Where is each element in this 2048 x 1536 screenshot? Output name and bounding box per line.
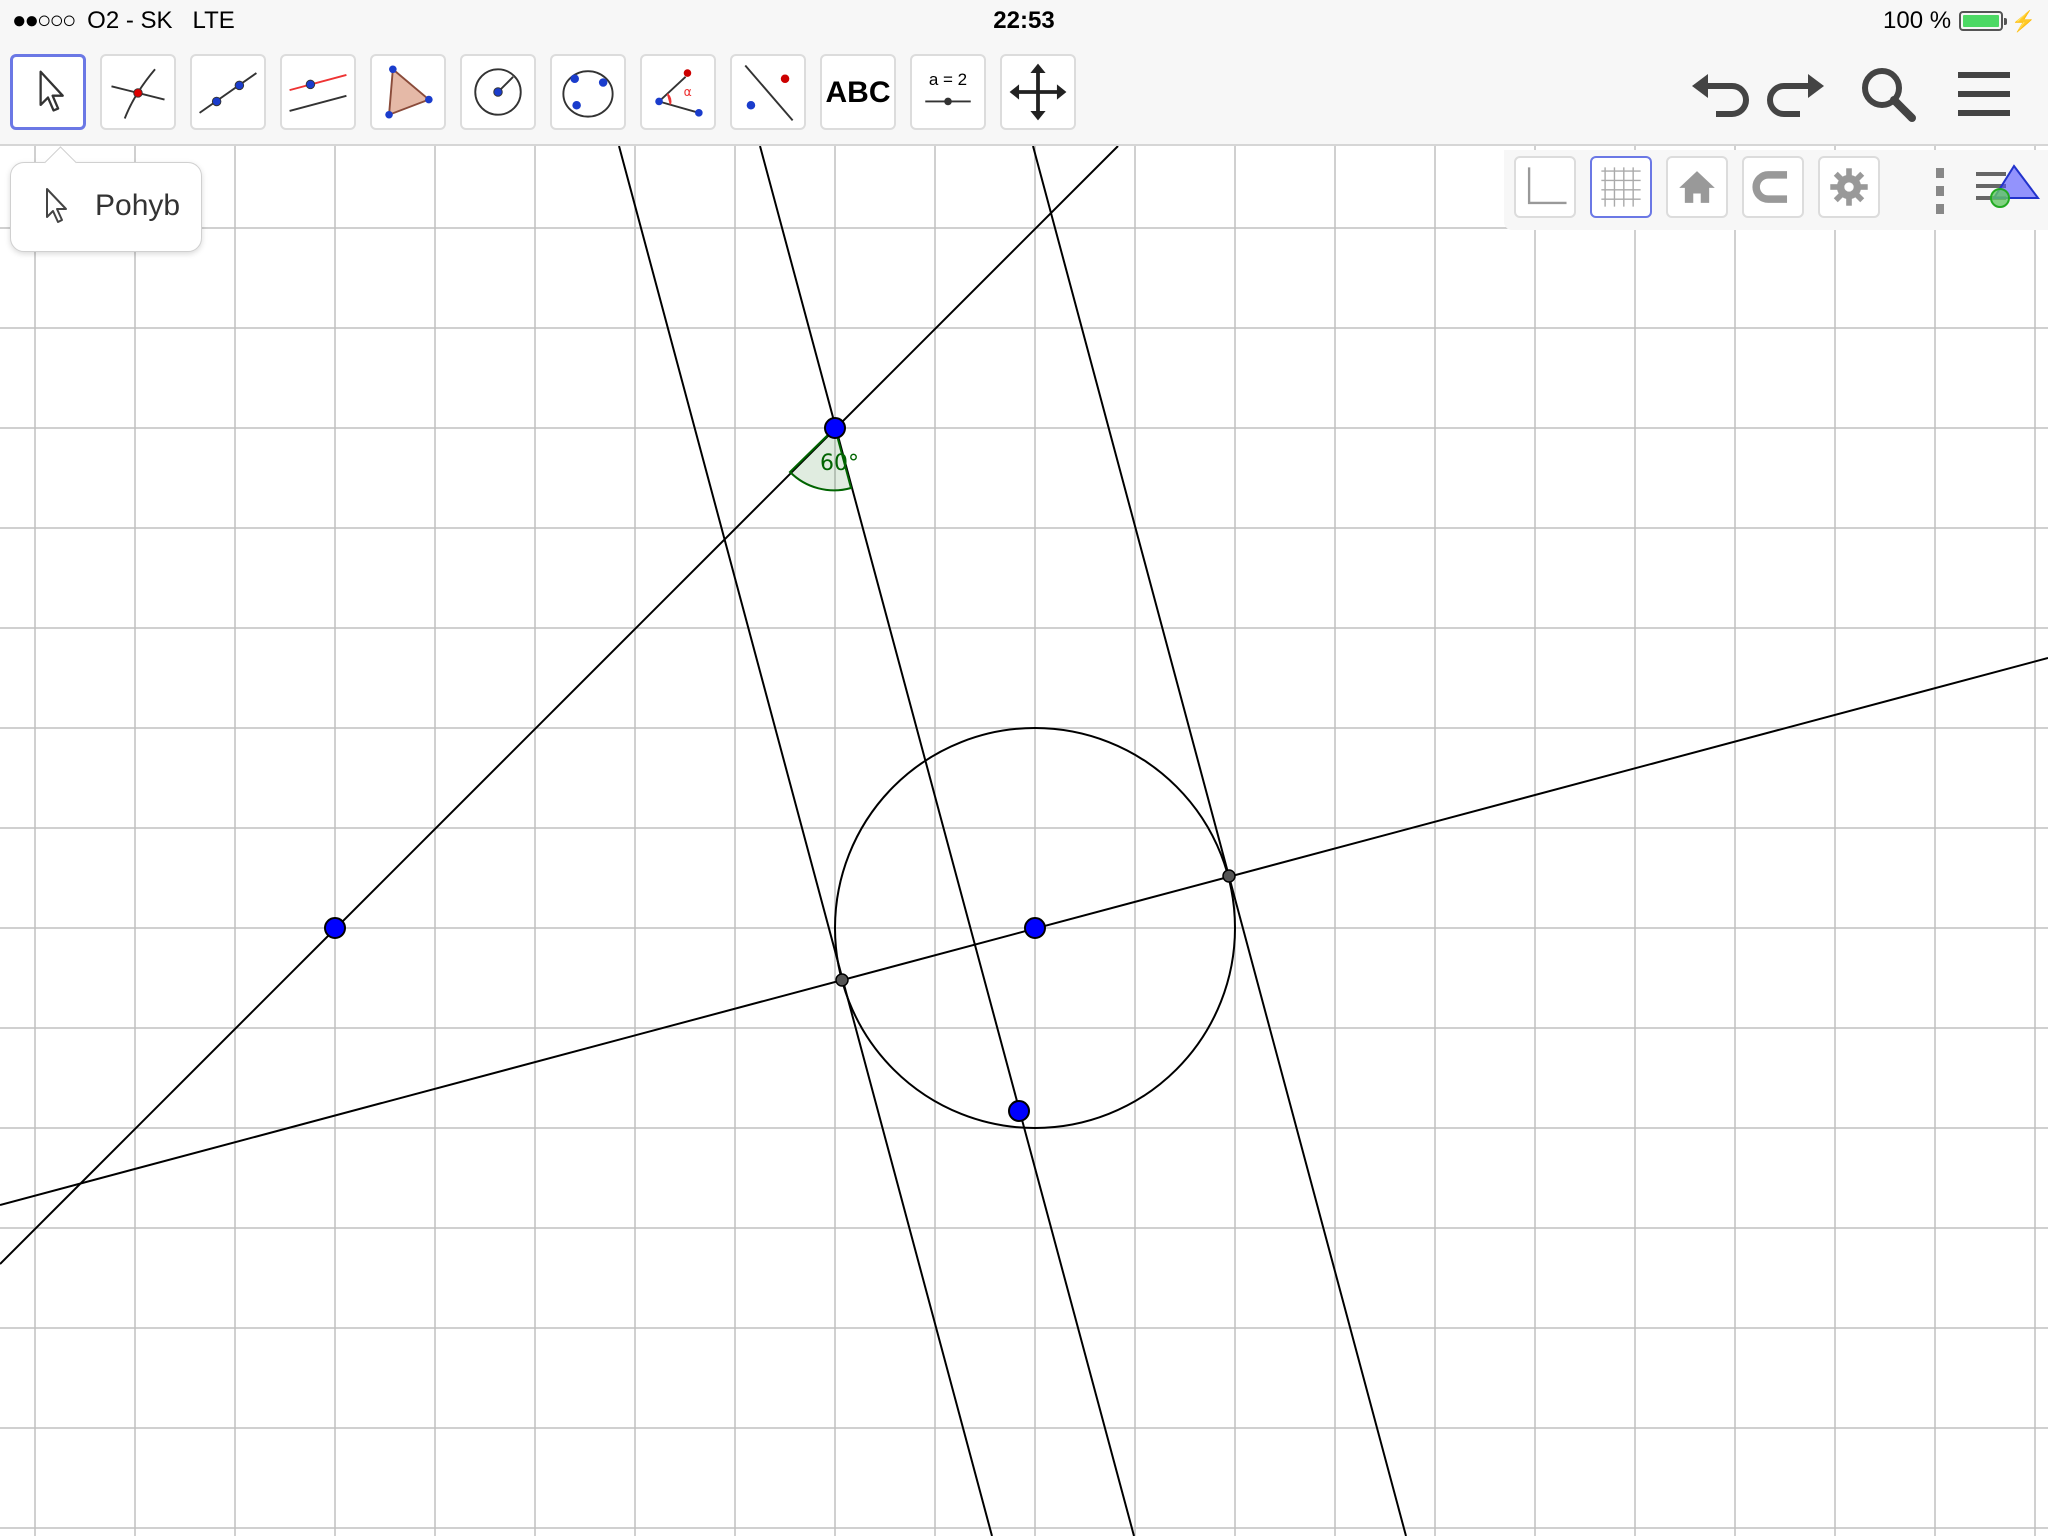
- menu-icon[interactable]: [1952, 62, 2016, 126]
- tool-parallel[interactable]: [280, 54, 356, 130]
- tooltip-label: Pohyb: [95, 189, 181, 222]
- battery-icon: [1959, 11, 2008, 31]
- circle-three-points-icon: [562, 70, 614, 118]
- polygon-icon: [385, 65, 433, 119]
- point-left[interactable]: [324, 917, 346, 939]
- move-arrow-icon: [39, 70, 64, 112]
- tool-polygon[interactable]: [370, 54, 446, 130]
- toggle-grid-button[interactable]: [1590, 156, 1652, 218]
- circle-center-point[interactable]: [1024, 917, 1046, 939]
- slider-icon: [925, 97, 971, 106]
- tool-move-view[interactable]: [1000, 54, 1076, 130]
- settings-button[interactable]: [1818, 156, 1880, 218]
- move-graphics-view-icon: [1009, 63, 1067, 121]
- tool-move[interactable]: [10, 54, 86, 130]
- battery-percent: 100 %: [1883, 7, 1952, 34]
- toggle-style-bar-icon[interactable]: [1968, 160, 2048, 220]
- tool-conic[interactable]: [550, 54, 626, 130]
- line-through-circle-center[interactable]: [0, 657, 2048, 1206]
- text-icon: ABC: [825, 76, 891, 109]
- angle-label: 60°: [820, 451, 859, 476]
- line-through-points-diagonal[interactable]: [0, 146, 1119, 1265]
- redo-icon[interactable]: [1764, 62, 1828, 126]
- tool-circle[interactable]: [460, 54, 536, 130]
- toggle-axes-button[interactable]: [1514, 156, 1576, 218]
- clock: 22:53: [993, 7, 1055, 34]
- grid-icon: [1601, 167, 1641, 207]
- intersection-point-right[interactable]: [1222, 869, 1236, 883]
- point-on-intersection-icon: [111, 68, 165, 119]
- magnet-icon: [1752, 171, 1788, 203]
- reflect-about-line-icon: [744, 64, 794, 122]
- move-arrow-icon: [46, 188, 67, 223]
- graphics-view[interactable]: 60°: [0, 146, 2048, 1536]
- tool-angle[interactable]: α: [640, 54, 716, 130]
- circle-center-point-icon: [474, 68, 522, 116]
- tool-tooltip: Pohyb: [10, 146, 202, 252]
- svg-text:α: α: [684, 85, 692, 99]
- tool-reflect[interactable]: [730, 54, 806, 130]
- home-icon: [1679, 171, 1715, 203]
- undo-icon[interactable]: [1688, 62, 1752, 126]
- line-through-points-icon: [199, 72, 257, 114]
- tool-slider[interactable]: a = 2: [910, 54, 986, 130]
- tool-line[interactable]: [190, 54, 266, 130]
- axes-icon: [1527, 167, 1567, 205]
- points: [324, 417, 1236, 1122]
- grid: [0, 146, 2048, 1536]
- tool-text[interactable]: ABC: [820, 54, 896, 130]
- search-icon[interactable]: [1856, 62, 1920, 126]
- point-on-circle[interactable]: [1008, 1100, 1030, 1122]
- angle-marker: 60°: [788, 426, 859, 492]
- standard-view-button[interactable]: [1666, 156, 1728, 218]
- tool-point[interactable]: [100, 54, 176, 130]
- charging-icon: ⚡: [2011, 10, 2036, 33]
- graphics-style-bar: [1504, 150, 2048, 230]
- status-right: 100 % ⚡: [1883, 7, 2036, 35]
- gear-icon: [1830, 168, 1868, 206]
- intersection-point-left[interactable]: [835, 973, 849, 987]
- more-options-icon[interactable]: [1930, 162, 1950, 222]
- status-bar: ●●○○○ O2 - SK LTE 22:53 100 % ⚡: [0, 0, 2048, 40]
- point-capturing-button[interactable]: [1742, 156, 1804, 218]
- point-apex[interactable]: [824, 417, 846, 439]
- parallel-line-icon: [289, 74, 347, 112]
- angle-icon: α: [655, 69, 703, 117]
- main-toolbar: α ABC a = 2: [0, 40, 2048, 146]
